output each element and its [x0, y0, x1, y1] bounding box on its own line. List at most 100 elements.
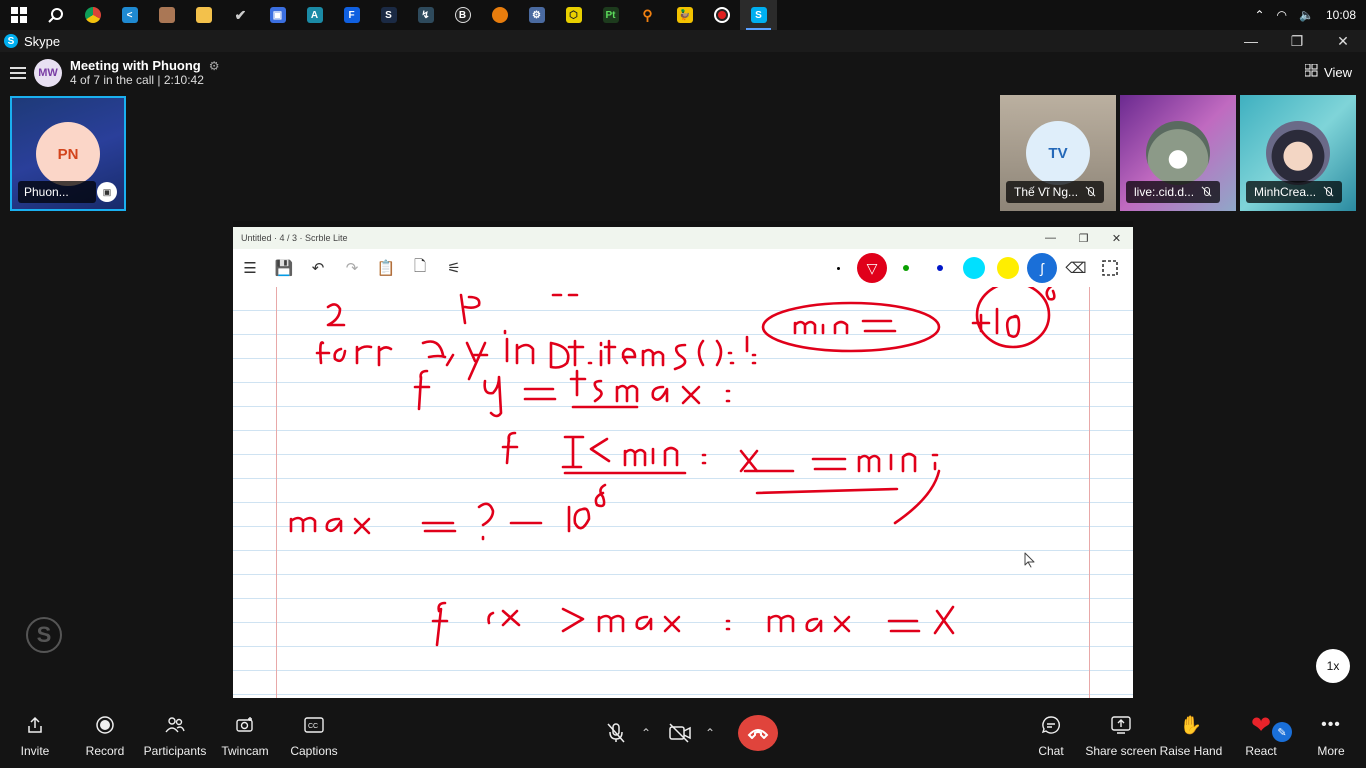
avatar: TV	[1026, 121, 1090, 185]
undo-icon: ↶	[311, 260, 325, 277]
new-page-icon: 🗋	[413, 257, 427, 275]
restore-button[interactable]: ❐	[1274, 30, 1320, 52]
share-upload-icon	[24, 714, 46, 736]
highlighter-cyan-icon	[957, 251, 991, 285]
video-options-chevron-icon[interactable]: ⌃	[700, 715, 720, 751]
gear-icon[interactable]: ⚙	[518, 0, 555, 30]
caption-badge-icon[interactable]: ▣	[97, 182, 117, 202]
participant-tile[interactable]: live:.cid.d...	[1120, 95, 1236, 211]
meeting-title[interactable]: Meeting with Phuong	[70, 58, 201, 73]
view-button[interactable]: View	[1304, 63, 1352, 80]
eraser-icon: ⌫	[1065, 260, 1087, 277]
cube-icon[interactable]	[148, 0, 185, 30]
magnifier-icon[interactable]: ⚲	[629, 0, 666, 30]
twincam-button[interactable]: Twincam	[205, 714, 285, 758]
windows-taskbar: < ✔ ▣ A F S ↯ B ⚙ ⬡ Pt ⚲ 🦆 S ⌃ ◠ 🔈 10:08	[0, 0, 1366, 30]
captions-button[interactable]: CC Captions	[274, 714, 354, 758]
pt-icon[interactable]: Pt	[592, 0, 629, 30]
system-tray: ⌃ ◠ 🔈 10:08	[1254, 0, 1366, 30]
pen-black-icon	[821, 251, 855, 285]
duck-icon[interactable]: 🦆	[666, 0, 703, 30]
self-video-tile[interactable]: PN Phuon... ▣	[10, 96, 126, 211]
mic-options-chevron-icon[interactable]: ⌃	[636, 715, 656, 751]
skype-logo-icon: S	[4, 34, 18, 48]
react-button[interactable]: ❤ ✎ React	[1221, 712, 1301, 758]
volume-icon[interactable]: 🔈	[1299, 8, 1314, 22]
more-dots-icon: •••	[1321, 716, 1341, 733]
chat-button[interactable]: Chat	[1011, 714, 1091, 758]
close-button[interactable]: ✕	[1320, 30, 1366, 52]
window-titlebar: S Skype — ❐ ✕	[0, 30, 1366, 52]
svg-text:CC: CC	[308, 723, 318, 730]
highlighter-yellow-icon	[991, 251, 1025, 285]
call-status: 4 of 7 in the call | 2:10:42	[70, 73, 204, 87]
handwritten-notes	[289, 287, 1056, 647]
record-icon[interactable]	[703, 0, 740, 30]
mic-off-icon	[607, 723, 625, 743]
shared-screen: Untitled · 4 / 3 · Scrble Lite — ❐ ✕ ☰ 💾…	[233, 221, 1133, 698]
wifi-icon[interactable]: ◠	[1277, 8, 1287, 22]
minimize-icon: —	[1045, 232, 1056, 244]
app-icon[interactable]: ▣	[259, 0, 296, 30]
check-icon[interactable]: ✔	[222, 0, 259, 30]
chevron-up-icon[interactable]: ⌃	[1254, 8, 1264, 22]
minimize-button[interactable]: —	[1228, 30, 1274, 52]
mute-toggle-button[interactable]	[596, 715, 636, 751]
raise-hand-button[interactable]: ✋ Raise Hand	[1151, 714, 1231, 759]
participant-name: live:.cid.d...	[1126, 181, 1221, 203]
share-screen-button[interactable]: Share screen	[1081, 714, 1161, 758]
record-icon	[94, 714, 116, 736]
windows-start-icon[interactable]	[0, 0, 37, 30]
end-call-button[interactable]	[738, 715, 778, 751]
steam-icon[interactable]: S	[370, 0, 407, 30]
call-controls-bar: Invite Record Participants Twincam CC Ca…	[0, 698, 1366, 768]
camera-off-icon	[669, 723, 691, 743]
call-header: MW Meeting with Phuong ⚙ 4 of 7 in the c…	[10, 58, 219, 87]
terminal-icon[interactable]: ↯	[407, 0, 444, 30]
pen-green-icon	[889, 251, 923, 285]
clock[interactable]: 10:08	[1326, 8, 1356, 22]
more-button[interactable]: ••• More	[1291, 714, 1366, 758]
participant-tile[interactable]: MinhCrea...	[1240, 95, 1356, 211]
scrble-toolbar: ☰ 💾 ↶ ↷ 📋 🗋 ⚟ ▽ ʃ ⌫	[233, 249, 1133, 287]
b-icon[interactable]: B	[444, 0, 481, 30]
window-title: Skype	[24, 33, 61, 49]
nodejs-icon[interactable]: ⬡	[555, 0, 592, 30]
pen-blue-icon	[923, 251, 957, 285]
vscode-icon[interactable]: <	[111, 0, 148, 30]
camera-add-icon	[234, 714, 256, 736]
menu-icon[interactable]	[10, 66, 26, 79]
record-button[interactable]: Record	[65, 714, 145, 758]
android-icon[interactable]: A	[296, 0, 333, 30]
avatar-photo	[1146, 121, 1210, 185]
meeting-avatar[interactable]: MW	[34, 58, 62, 87]
close-icon: ✕	[1111, 232, 1122, 245]
search-icon[interactable]	[37, 0, 74, 30]
hand-icon: ✋	[1179, 714, 1203, 735]
app-f-icon[interactable]: F	[333, 0, 370, 30]
heart-icon: ❤ ✎	[1250, 712, 1292, 742]
participant-tile[interactable]: TV Thế Vĩ Ng...	[1000, 95, 1116, 211]
skype-icon[interactable]: S	[740, 0, 777, 30]
chat-icon	[1040, 714, 1062, 736]
file-explorer-icon[interactable]	[185, 0, 222, 30]
restore-icon: ❐	[1078, 232, 1089, 245]
settings-icon[interactable]: ⚙	[209, 59, 220, 73]
mic-muted-icon	[1322, 186, 1334, 198]
select-icon	[1093, 251, 1127, 285]
pencil-badge-icon: ✎	[1272, 722, 1292, 742]
paste-icon: 📋	[376, 260, 396, 277]
participant-name: MinhCrea...	[1246, 181, 1343, 203]
hang-up-icon	[747, 729, 769, 739]
pen-red-icon: ▽	[855, 251, 889, 285]
skype-watermark-icon: S	[26, 617, 62, 653]
invite-button[interactable]: Invite	[0, 714, 75, 758]
save-icon: 💾	[274, 260, 294, 277]
avatar-photo	[1266, 121, 1330, 185]
share-screen-icon	[1110, 714, 1132, 736]
chrome-icon[interactable]	[74, 0, 111, 30]
playback-speed-button[interactable]: 1x	[1316, 649, 1350, 683]
video-toggle-button[interactable]	[660, 715, 700, 751]
blender-icon[interactable]	[481, 0, 518, 30]
participants-button[interactable]: Participants	[135, 714, 215, 758]
